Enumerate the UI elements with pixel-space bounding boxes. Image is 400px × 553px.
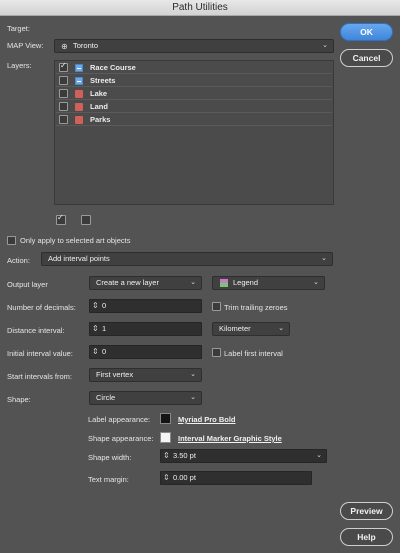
layer-color-icon xyxy=(220,279,228,287)
stepper-arrows-icon[interactable]: ⇕ xyxy=(163,450,170,462)
action-value: Add interval points xyxy=(48,254,110,263)
layer-row-parks[interactable]: Parks xyxy=(56,114,332,126)
cancel-button[interactable]: Cancel xyxy=(340,49,393,67)
layer-checkbox[interactable] xyxy=(59,89,68,98)
text-margin-label: Text margin: xyxy=(88,475,129,484)
label-first-checkbox[interactable] xyxy=(212,348,221,357)
shape-value: Circle xyxy=(96,393,116,402)
layer-row-land[interactable]: Land xyxy=(56,101,332,113)
only-selected-label: Only apply to selected art objects xyxy=(20,236,131,245)
layer-name: Streets xyxy=(90,76,116,85)
shape-width-value: 3.50 pt xyxy=(173,451,196,460)
decimals-stepper[interactable]: ⇕ 0 xyxy=(89,299,202,313)
area-layer-icon xyxy=(75,90,83,98)
distance-stepper[interactable]: ⇕ 1 xyxy=(89,322,202,336)
select-none-checkbox[interactable] xyxy=(81,215,91,225)
layer-name: Land xyxy=(90,102,108,111)
label-color-swatch[interactable] xyxy=(160,413,171,424)
layer-row-lake[interactable]: Lake xyxy=(56,88,332,100)
layers-list[interactable]: Race Course Streets Lake Land Parks xyxy=(54,60,334,205)
shape-dropdown[interactable]: Circle ⌄ xyxy=(89,391,202,405)
stepper-arrows-icon[interactable]: ⇕ xyxy=(92,323,99,335)
globe-icon: ⊕ xyxy=(61,42,68,51)
select-all-checkbox[interactable] xyxy=(56,213,66,225)
trim-zeroes-checkbox[interactable] xyxy=(212,302,221,311)
output-layer-label: Output layer xyxy=(7,280,48,289)
path-layer-icon xyxy=(75,77,83,85)
layer-checkbox[interactable] xyxy=(59,76,68,85)
only-selected-checkbox[interactable] xyxy=(7,236,16,245)
start-from-value: First vertex xyxy=(96,370,134,379)
layer-name: Race Course xyxy=(90,63,136,72)
distance-unit-dropdown[interactable]: Kilometer ⌄ xyxy=(212,322,290,336)
initial-stepper[interactable]: ⇕ 0 xyxy=(89,345,202,359)
trim-zeroes-label: Trim trailing zeroes xyxy=(224,303,288,312)
text-margin-value: 0.00 pt xyxy=(173,473,196,482)
window-title: Path Utilities xyxy=(172,2,228,13)
stepper-arrows-icon[interactable]: ⇕ xyxy=(92,300,99,312)
layer-row-streets[interactable]: Streets xyxy=(56,75,332,87)
map-view-label: MAP View: xyxy=(7,41,44,50)
initial-label: Initial interval value: xyxy=(7,349,73,358)
layer-checkbox[interactable] xyxy=(59,61,68,72)
map-view-dropdown[interactable]: ⊕ Toronto ⌄ xyxy=(54,39,334,53)
layer-checkbox[interactable] xyxy=(59,115,68,124)
preview-button[interactable]: Preview xyxy=(340,502,393,520)
output-layer-name-value: Legend xyxy=(233,278,259,287)
text-margin-stepper[interactable]: ⇕ 0.00 pt xyxy=(160,471,312,485)
chevron-down-icon: ⌄ xyxy=(190,371,196,378)
label-first-label: Label first interval xyxy=(224,349,283,358)
chevron-down-icon: ⌄ xyxy=(190,394,196,401)
distance-value: 1 xyxy=(102,324,107,333)
action-label: Action: xyxy=(7,256,30,265)
layer-row-race-course[interactable]: Race Course xyxy=(56,61,332,74)
help-button[interactable]: Help xyxy=(340,528,393,546)
layer-name: Lake xyxy=(90,89,108,98)
shape-color-swatch[interactable] xyxy=(160,432,171,443)
stepper-arrows-icon[interactable]: ⇕ xyxy=(163,472,170,484)
map-view-value: Toronto xyxy=(73,41,99,50)
layer-name: Parks xyxy=(90,115,111,124)
shape-label: Shape: xyxy=(7,395,31,404)
distance-unit-value: Kilometer xyxy=(219,324,251,333)
shape-width-label: Shape width: xyxy=(88,453,132,462)
output-layer-name-dropdown[interactable]: Legend ⌄ xyxy=(212,276,325,290)
chevron-down-icon: ⌄ xyxy=(322,42,328,49)
shape-appearance-label: Shape appearance: xyxy=(88,434,154,443)
target-label: Target: xyxy=(7,24,30,33)
shape-appearance-link[interactable]: Interval Marker Graphic Style xyxy=(178,434,282,443)
chevron-down-icon: ⌄ xyxy=(313,279,319,286)
chevron-down-icon: ⌄ xyxy=(190,279,196,286)
window-title-bar: Path Utilities xyxy=(0,0,400,16)
start-from-dropdown[interactable]: First vertex ⌄ xyxy=(89,368,202,382)
layer-checkbox[interactable] xyxy=(59,102,68,111)
distance-label: Distance interval: xyxy=(7,326,65,335)
output-layer-mode-dropdown[interactable]: Create a new layer ⌄ xyxy=(89,276,202,290)
area-layer-icon xyxy=(75,116,83,124)
stepper-arrows-icon[interactable]: ⇕ xyxy=(92,346,99,358)
chevron-down-icon[interactable]: ⌄ xyxy=(316,450,322,462)
layers-label: Layers: xyxy=(7,61,32,70)
label-appearance-label: Label appearance: xyxy=(88,415,151,424)
label-appearance-link[interactable]: Myriad Pro Bold xyxy=(178,415,236,424)
ok-button[interactable]: OK xyxy=(340,23,393,41)
output-layer-mode-value: Create a new layer xyxy=(96,278,159,287)
path-layer-icon xyxy=(75,64,83,72)
action-dropdown[interactable]: Add interval points ⌄ xyxy=(41,252,333,266)
shape-width-stepper[interactable]: ⇕ 3.50 pt ⌄ xyxy=(160,449,327,463)
start-from-label: Start intervals from: xyxy=(7,372,73,381)
decimals-label: Number of decimals: xyxy=(7,303,76,312)
area-layer-icon xyxy=(75,103,83,111)
initial-value: 0 xyxy=(102,347,107,356)
chevron-down-icon: ⌄ xyxy=(321,255,327,262)
decimals-value: 0 xyxy=(102,301,107,310)
chevron-down-icon: ⌄ xyxy=(278,325,284,332)
